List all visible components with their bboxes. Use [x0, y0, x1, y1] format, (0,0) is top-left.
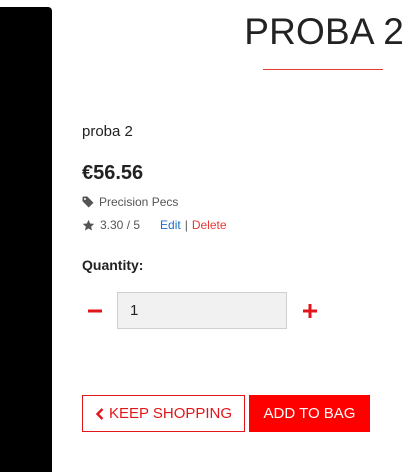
page-title: PROBA 2: [244, 11, 404, 52]
quantity-increment-button[interactable]: [298, 299, 322, 323]
star-icon: [82, 219, 95, 231]
product-rating: 3.30 / 5 Edit | Delete: [82, 218, 227, 232]
keep-shopping-button[interactable]: KEEP SHOPPING: [82, 395, 245, 432]
add-to-bag-label: ADD TO BAG: [263, 405, 356, 422]
quantity-label: Quantity:: [82, 257, 144, 273]
minus-icon: [88, 309, 102, 313]
delete-link[interactable]: Delete: [192, 218, 227, 232]
link-separator: |: [184, 218, 188, 232]
keep-shopping-label: KEEP SHOPPING: [108, 405, 233, 422]
category-label: Precision Pecs: [99, 195, 179, 209]
tag-icon: [82, 196, 94, 208]
product-detail-page: PROBA 2 proba 2 €56.56 Precision Pecs 3.…: [0, 0, 415, 472]
title-underline: [263, 69, 383, 70]
side-panel: [0, 7, 52, 472]
plus-icon: [303, 304, 317, 318]
product-category[interactable]: Precision Pecs: [82, 195, 178, 209]
chevron-left-icon: [95, 407, 104, 420]
product-description: proba 2: [82, 123, 133, 140]
edit-link[interactable]: Edit: [160, 218, 181, 232]
add-to-bag-button[interactable]: ADD TO BAG: [249, 395, 370, 432]
quantity-input[interactable]: [117, 292, 287, 329]
quantity-decrement-button[interactable]: [83, 299, 107, 323]
product-price: €56.56: [82, 162, 144, 184]
rating-value: 3.30 / 5: [100, 218, 141, 232]
